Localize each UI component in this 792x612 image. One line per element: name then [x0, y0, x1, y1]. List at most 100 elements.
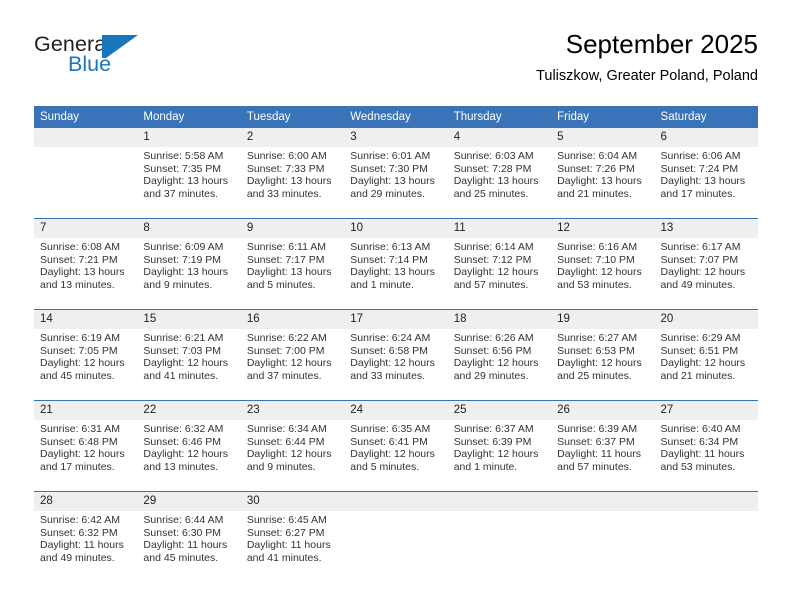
day-number[interactable]: 27	[655, 401, 758, 420]
day-detail-line: and 5 minutes.	[246, 278, 316, 291]
day-cell[interactable]: Sunrise: 6:29 AM Sunset: 6:51 PM Daylight:…	[655, 329, 758, 400]
day-detail-line: Sunset: 7:30 PM	[350, 162, 428, 175]
day-cell[interactable]: Sunrise: 5:58 AM Sunset: 7:35 PM Daylight:…	[137, 147, 240, 218]
day-detail-line: and 33 minutes.	[350, 369, 425, 382]
weekday-header-row: Sunday Monday Tuesday Wednesday Thursday Frid…	[34, 106, 758, 128]
day-cell[interactable]: Sunrise: 6:34 AM Sunset: 6:44 PM Daylight:…	[241, 420, 344, 491]
day-cell[interactable]: Sunrise: 6:26 AM Sunset: 6:56 PM Daylight:…	[448, 329, 551, 400]
day-cell[interactable]: Sunrise: 6:31 AM Sunset: 6:48 PM Daylight:…	[34, 420, 137, 491]
day-cell[interactable]: Sunrise: 6:35 AM Sunset: 6:41 PM Daylight:…	[344, 420, 447, 491]
page-subtitle: Tuliszkow, Greater Poland, Poland	[536, 68, 758, 84]
day-number[interactable]: 17	[344, 310, 447, 329]
day-number[interactable]: 14	[34, 310, 137, 329]
day-detail-line: and 9 minutes.	[143, 278, 213, 291]
day-number[interactable]: 28	[34, 492, 137, 511]
day-detail-line: Daylight: 13 hours	[143, 175, 229, 188]
brand-logo[interactable]: General Blue	[34, 32, 244, 88]
day-cell-empty	[655, 511, 758, 582]
day-number[interactable]: 2	[241, 128, 344, 147]
day-detail-line: Sunset: 6:46 PM	[143, 435, 222, 448]
day-number[interactable]: 24	[344, 401, 447, 420]
day-cell[interactable]: Sunrise: 6:08 AM Sunset: 7:21 PM Daylight:…	[34, 238, 137, 309]
day-number[interactable]: 18	[448, 310, 551, 329]
day-cell[interactable]: Sunrise: 6:19 AM Sunset: 7:05 PM Daylight:…	[34, 329, 137, 400]
day-detail-line: and 53 minutes.	[660, 460, 736, 473]
day-cell[interactable]: Sunrise: 6:04 AM Sunset: 7:26 PM Daylight:…	[551, 147, 654, 218]
day-cell-empty	[551, 511, 654, 582]
day-detail-line: and 37 minutes.	[143, 187, 219, 200]
day-cell[interactable]: Sunrise: 6:24 AM Sunset: 6:58 PM Daylight:…	[344, 329, 447, 400]
day-cell[interactable]: Sunrise: 6:45 AM Sunset: 6:27 PM Daylight:…	[241, 511, 344, 582]
day-number[interactable]: 3	[344, 128, 447, 147]
weekday-header-thursday: Thursday	[453, 111, 502, 123]
day-detail-line: and 21 minutes.	[557, 187, 632, 200]
day-number[interactable]: 15	[137, 310, 240, 329]
day-detail-line: Daylight: 12 hours	[660, 266, 746, 279]
day-cell[interactable]: Sunrise: 6:01 AM Sunset: 7:30 PM Daylight:…	[344, 147, 447, 218]
day-number[interactable]: 30	[241, 492, 344, 511]
day-cell[interactable]: Sunrise: 6:32 AM Sunset: 6:46 PM Daylight:…	[137, 420, 240, 491]
day-cell[interactable]: Sunrise: 6:21 AM Sunset: 7:03 PM Daylight:…	[137, 329, 240, 400]
day-detail-line: Sunrise: 6:29 AM	[660, 332, 741, 344]
day-number[interactable]: 8	[137, 219, 240, 238]
day-detail-line: Sunrise: 6:08 AM	[40, 241, 120, 253]
day-number[interactable]: 10	[344, 219, 447, 238]
day-detail-line: Sunrise: 6:32 AM	[143, 423, 224, 435]
day-detail-line: Sunrise: 6:04 AM	[557, 150, 638, 162]
day-cell[interactable]: Sunrise: 6:06 AM Sunset: 7:24 PM Daylight:…	[655, 147, 758, 218]
day-cell[interactable]: Sunrise: 6:39 AM Sunset: 6:37 PM Daylight:…	[551, 420, 654, 491]
day-number[interactable]: 9	[241, 219, 344, 238]
day-detail-line: and 29 minutes.	[350, 187, 425, 200]
day-cell[interactable]: Sunrise: 6:37 AM Sunset: 6:39 PM Daylight:…	[448, 420, 551, 491]
day-number[interactable]: 25	[448, 401, 551, 420]
day-number[interactable]: 11	[448, 219, 551, 238]
day-number[interactable]: 13	[655, 219, 758, 238]
day-cell[interactable]: Sunrise: 6:14 AM Sunset: 7:12 PM Daylight:…	[448, 238, 551, 309]
day-number[interactable]: 23	[241, 401, 344, 420]
day-cell[interactable]: Sunrise: 6:11 AM Sunset: 7:17 PM Daylight:…	[241, 238, 344, 309]
day-cell[interactable]: Sunrise: 6:16 AM Sunset: 7:10 PM Daylight:…	[551, 238, 654, 309]
day-number[interactable]: 20	[655, 310, 758, 329]
day-detail-line: Sunset: 6:58 PM	[350, 344, 428, 357]
day-number[interactable]: 7	[34, 219, 137, 238]
day-number[interactable]: 22	[137, 401, 240, 420]
day-detail-line: Daylight: 12 hours	[143, 357, 229, 370]
page-header: General Blue September 2025 Tuliszkow, G…	[34, 28, 758, 96]
day-detail-line: Sunrise: 6:14 AM	[453, 241, 534, 253]
day-detail-line: Daylight: 12 hours	[557, 357, 642, 370]
day-number[interactable]: 29	[137, 492, 240, 511]
day-detail-line: and 57 minutes.	[557, 460, 632, 473]
day-cell[interactable]: Sunrise: 6:44 AM Sunset: 6:30 PM Daylight:…	[137, 511, 240, 582]
day-detail-line: Daylight: 12 hours	[350, 448, 435, 461]
day-detail-line: Sunrise: 6:27 AM	[557, 332, 638, 344]
day-number[interactable]: 19	[551, 310, 654, 329]
day-number[interactable]: 12	[551, 219, 654, 238]
weekday-header-wednesday: Wednesday	[350, 111, 411, 123]
day-cell[interactable]: Sunrise: 6:17 AM Sunset: 7:07 PM Daylight:…	[655, 238, 758, 309]
day-number[interactable]: 1	[137, 128, 240, 147]
day-cell[interactable]: Sunrise: 6:40 AM Sunset: 6:34 PM Daylight:…	[655, 420, 758, 491]
day-cell[interactable]: Sunrise: 6:03 AM Sunset: 7:28 PM Daylight:…	[448, 147, 551, 218]
day-cell[interactable]: Sunrise: 6:22 AM Sunset: 7:00 PM Daylight:…	[241, 329, 344, 400]
day-number-empty	[448, 492, 551, 511]
day-number[interactable]: 21	[34, 401, 137, 420]
day-number-row: 14 15 16 17 18 19 20	[34, 310, 758, 329]
day-cell[interactable]: Sunrise: 6:27 AM Sunset: 6:53 PM Daylight:…	[551, 329, 654, 400]
day-cell[interactable]: Sunrise: 6:42 AM Sunset: 6:32 PM Daylight:…	[34, 511, 137, 582]
day-detail-line: Daylight: 12 hours	[246, 448, 332, 461]
day-number[interactable]: 4	[448, 128, 551, 147]
day-number[interactable]: 6	[655, 128, 758, 147]
day-detail-row: Sunrise: 5:58 AM Sunset: 7:35 PM Daylight:…	[34, 147, 758, 218]
day-number[interactable]: 26	[551, 401, 654, 420]
day-cell[interactable]: Sunrise: 6:00 AM Sunset: 7:33 PM Daylight:…	[241, 147, 344, 218]
day-detail-line: and 9 minutes.	[246, 460, 316, 473]
day-cell[interactable]: Sunrise: 6:13 AM Sunset: 7:14 PM Daylight:…	[344, 238, 447, 309]
day-detail-line: Sunset: 6:48 PM	[40, 435, 118, 448]
day-number[interactable]: 16	[241, 310, 344, 329]
calendar-week-row: 28 29 30 Sunrise: 6:42 AM Sunset: 6:32 PM Day…	[34, 491, 758, 582]
day-detail-line: Sunrise: 6:00 AM	[246, 150, 327, 162]
day-detail-line: and 49 minutes.	[40, 551, 115, 564]
day-number[interactable]: 5	[551, 128, 654, 147]
day-cell[interactable]: Sunrise: 6:09 AM Sunset: 7:19 PM Daylight:…	[137, 238, 240, 309]
day-detail-line: Sunrise: 6:21 AM	[143, 332, 224, 344]
